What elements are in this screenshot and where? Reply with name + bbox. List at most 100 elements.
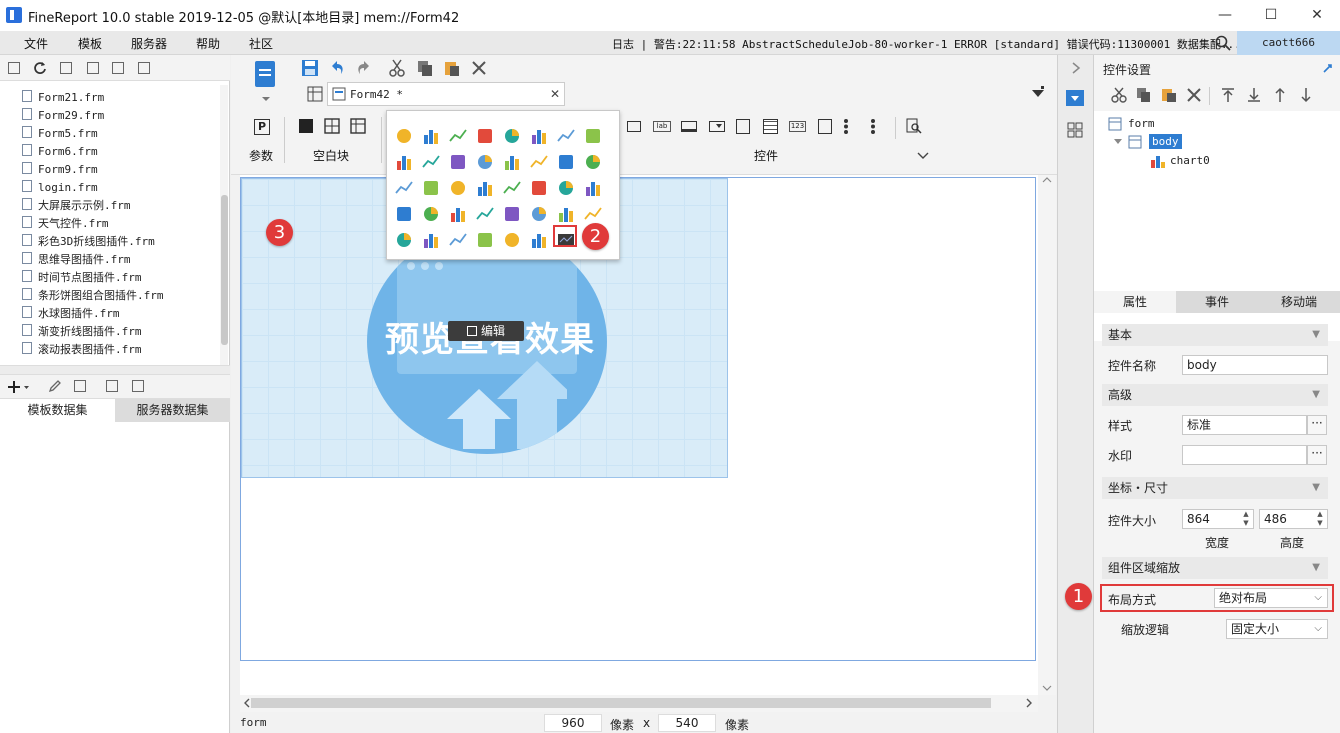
- chart-type-icon[interactable]: [422, 153, 440, 171]
- tree-node-body[interactable]: body: [1149, 134, 1182, 149]
- chart-edit-button[interactable]: 编辑: [448, 321, 524, 341]
- checkbox-control-icon[interactable]: [871, 119, 885, 134]
- menu-template[interactable]: 模板: [78, 35, 102, 52]
- menu-file[interactable]: 文件: [24, 35, 48, 52]
- minimize-button[interactable]: —: [1202, 0, 1248, 31]
- chart-type-icon[interactable]: [557, 153, 575, 171]
- menu-server[interactable]: 服务器: [131, 35, 167, 52]
- template-settings-icon[interactable]: [87, 62, 99, 74]
- chart-type-icon[interactable]: [422, 127, 440, 145]
- chart-type-icon[interactable]: [530, 179, 548, 197]
- undo-icon[interactable]: [328, 59, 346, 77]
- scroll-right-icon[interactable]: [1024, 698, 1034, 708]
- template-file-item[interactable]: 时间节点图插件.frm: [22, 269, 142, 287]
- chart-type-icon[interactable]: [503, 153, 521, 171]
- delete-icon[interactable]: [112, 62, 124, 74]
- pin-icon[interactable]: [1322, 62, 1334, 74]
- search-icon[interactable]: [1215, 35, 1231, 51]
- chart-type-icon[interactable]: [503, 127, 521, 145]
- panel-splitter[interactable]: [0, 365, 230, 375]
- chart-type-icon[interactable]: [395, 179, 413, 197]
- edit-dataset-icon[interactable]: [48, 379, 62, 393]
- section-advanced[interactable]: 高级 ▼: [1102, 384, 1328, 406]
- label-control-icon[interactable]: lab: [653, 121, 671, 132]
- close-button[interactable]: ✕: [1294, 0, 1340, 31]
- style-more-button[interactable]: ···: [1307, 415, 1327, 435]
- section-basic[interactable]: 基本 ▼: [1102, 324, 1328, 346]
- chart-type-icon[interactable]: [395, 231, 413, 249]
- chart-type-icon[interactable]: [584, 179, 602, 197]
- save-icon[interactable]: [301, 59, 319, 77]
- new-folder-icon[interactable]: [8, 62, 20, 74]
- watermark-more-button[interactable]: ···: [1307, 445, 1327, 465]
- watermark-input[interactable]: [1182, 445, 1307, 465]
- textfield-control-icon[interactable]: [627, 121, 641, 132]
- chart-type-icon[interactable]: [476, 231, 494, 249]
- template-file-item[interactable]: Form5.frm: [22, 125, 98, 143]
- width-spinner[interactable]: ▲ ▼: [1240, 510, 1252, 528]
- number-control-icon[interactable]: 123: [789, 121, 806, 132]
- chart-type-icon[interactable]: [476, 205, 494, 223]
- template-file-item[interactable]: 天气控件.frm: [22, 215, 109, 233]
- template-file-item[interactable]: Form6.frm: [22, 143, 98, 161]
- tab-server-dataset[interactable]: 服务器数据集: [115, 399, 230, 422]
- search-control-icon[interactable]: [906, 118, 922, 134]
- template-file-item[interactable]: Form9.frm: [22, 161, 98, 179]
- tab-mobile[interactable]: 移动端: [1258, 291, 1340, 313]
- move-top-icon[interactable]: [1221, 87, 1235, 103]
- copy-icon[interactable]: [416, 59, 434, 77]
- chart-type-icon[interactable]: [557, 127, 575, 145]
- chart-type-icon[interactable]: [476, 179, 494, 197]
- chart-type-icon[interactable]: [449, 205, 467, 223]
- refresh-icon[interactable]: [33, 61, 47, 75]
- tab-events[interactable]: 事件: [1176, 291, 1258, 313]
- chart-type-icon[interactable]: [557, 179, 575, 197]
- table-block-icon[interactable]: [350, 118, 366, 134]
- chart-type-icon[interactable]: [422, 179, 440, 197]
- chart-type-icon[interactable]: [422, 205, 440, 223]
- chart-type-icon[interactable]: [449, 231, 467, 249]
- template-file-item[interactable]: login.frm: [22, 179, 98, 197]
- tab-close-icon[interactable]: ✕: [550, 87, 560, 101]
- log-status-text[interactable]: 日志 | 警告:22:11:58 AbstractScheduleJob-80-…: [612, 36, 1241, 52]
- canvas-width-input[interactable]: 960: [544, 714, 602, 732]
- chart-type-icon[interactable]: [530, 153, 548, 171]
- combo-control-icon[interactable]: [709, 121, 725, 132]
- chart-type-icon[interactable]: [449, 127, 467, 145]
- dataset-params-icon[interactable]: [132, 380, 144, 392]
- menu-community[interactable]: 社区: [249, 35, 273, 52]
- template-file-item[interactable]: 彩色3D折线图插件.frm: [22, 233, 155, 251]
- preview-dataset-icon[interactable]: [106, 380, 118, 392]
- section-coords-size[interactable]: 坐标・尺寸 ▼: [1102, 477, 1328, 499]
- menu-help[interactable]: 帮助: [196, 35, 220, 52]
- move-down-icon[interactable]: [1299, 87, 1313, 103]
- collapse-icon[interactable]: [138, 62, 150, 74]
- chart-type-icon[interactable]: [476, 127, 494, 145]
- template-file-item[interactable]: Form29.frm: [22, 107, 104, 125]
- chart-type-icon[interactable]: [422, 231, 440, 249]
- height-spinner[interactable]: ▲ ▼: [1314, 510, 1326, 528]
- chart-type-icon[interactable]: [530, 205, 548, 223]
- chart-type-icon[interactable]: [449, 179, 467, 197]
- tab-block-icon[interactable]: [324, 118, 340, 134]
- chart-type-icon[interactable]: [395, 127, 413, 145]
- chart-type-icon[interactable]: [503, 231, 521, 249]
- component-library-icon[interactable]: [1067, 122, 1083, 138]
- canvas-height-input[interactable]: 540: [658, 714, 716, 732]
- chart-type-icon[interactable]: [503, 205, 521, 223]
- scroll-up-icon[interactable]: [1042, 175, 1052, 185]
- collapse-right-icon[interactable]: [1071, 62, 1081, 74]
- template-list-icon[interactable]: [60, 62, 72, 74]
- maximize-button[interactable]: ☐: [1248, 0, 1294, 31]
- move-up-icon[interactable]: [1273, 87, 1287, 103]
- move-bottom-icon[interactable]: [1247, 87, 1261, 103]
- copy-icon[interactable]: [1136, 87, 1152, 103]
- widget-name-input[interactable]: body: [1182, 355, 1328, 375]
- chart-type-icon[interactable]: [584, 205, 602, 223]
- zoom-logic-select[interactable]: 固定大小 ⌵: [1226, 619, 1328, 639]
- tab-menu-icon[interactable]: [1031, 85, 1045, 99]
- radio-control-icon[interactable]: [844, 119, 858, 134]
- template-file-item[interactable]: 渐变折线图插件.frm: [22, 323, 142, 341]
- chart-type-icon[interactable]: [557, 205, 575, 223]
- template-file-item[interactable]: 思维导图插件.frm: [22, 251, 131, 269]
